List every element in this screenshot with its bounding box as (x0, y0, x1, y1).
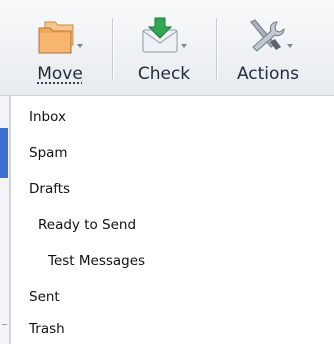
folder-item-test-messages[interactable]: Test Messages (11, 246, 334, 276)
selection-indicator (0, 128, 8, 178)
folder-label: Inbox (29, 109, 66, 125)
check-label: Check (137, 64, 191, 84)
folder-label: Ready to Send (38, 217, 137, 233)
toolbar: Move Check Actions (0, 0, 334, 96)
folder-item-ready-to-send[interactable]: Ready to Send (11, 210, 334, 240)
toolbar-separator (112, 18, 113, 80)
folder-menu: Inbox Spam Drafts Ready to Send Test Mes… (10, 96, 334, 344)
mail-window: Move Check Actions Inbox Spam Drafts Rea… (0, 0, 334, 344)
toolbar-separator (216, 18, 217, 80)
folder-item-sent[interactable]: Sent (11, 282, 334, 312)
mail-check-icon (142, 17, 187, 53)
folder-label: Sent (29, 289, 60, 305)
folder-item-inbox[interactable]: Inbox (11, 102, 334, 132)
folder-item-drafts[interactable]: Drafts (11, 174, 334, 204)
folder-item-trash[interactable]: Trash (11, 314, 334, 344)
folder-label: Drafts (29, 181, 71, 197)
actions-label: Actions (236, 64, 300, 84)
check-button[interactable]: Check (114, 4, 214, 90)
folder-label: Trash (29, 321, 65, 337)
folder-label: Test Messages (48, 253, 146, 269)
left-pane-strip (0, 96, 10, 344)
actions-button[interactable]: Actions (218, 4, 318, 90)
move-button[interactable]: Move (10, 4, 110, 90)
folders-move-icon (38, 21, 83, 54)
folder-item-spam[interactable]: Spam (11, 138, 334, 168)
strip-tick (2, 324, 7, 325)
move-label: Move (37, 64, 83, 84)
folder-label: Spam (29, 145, 68, 161)
tools-icon (250, 19, 293, 52)
